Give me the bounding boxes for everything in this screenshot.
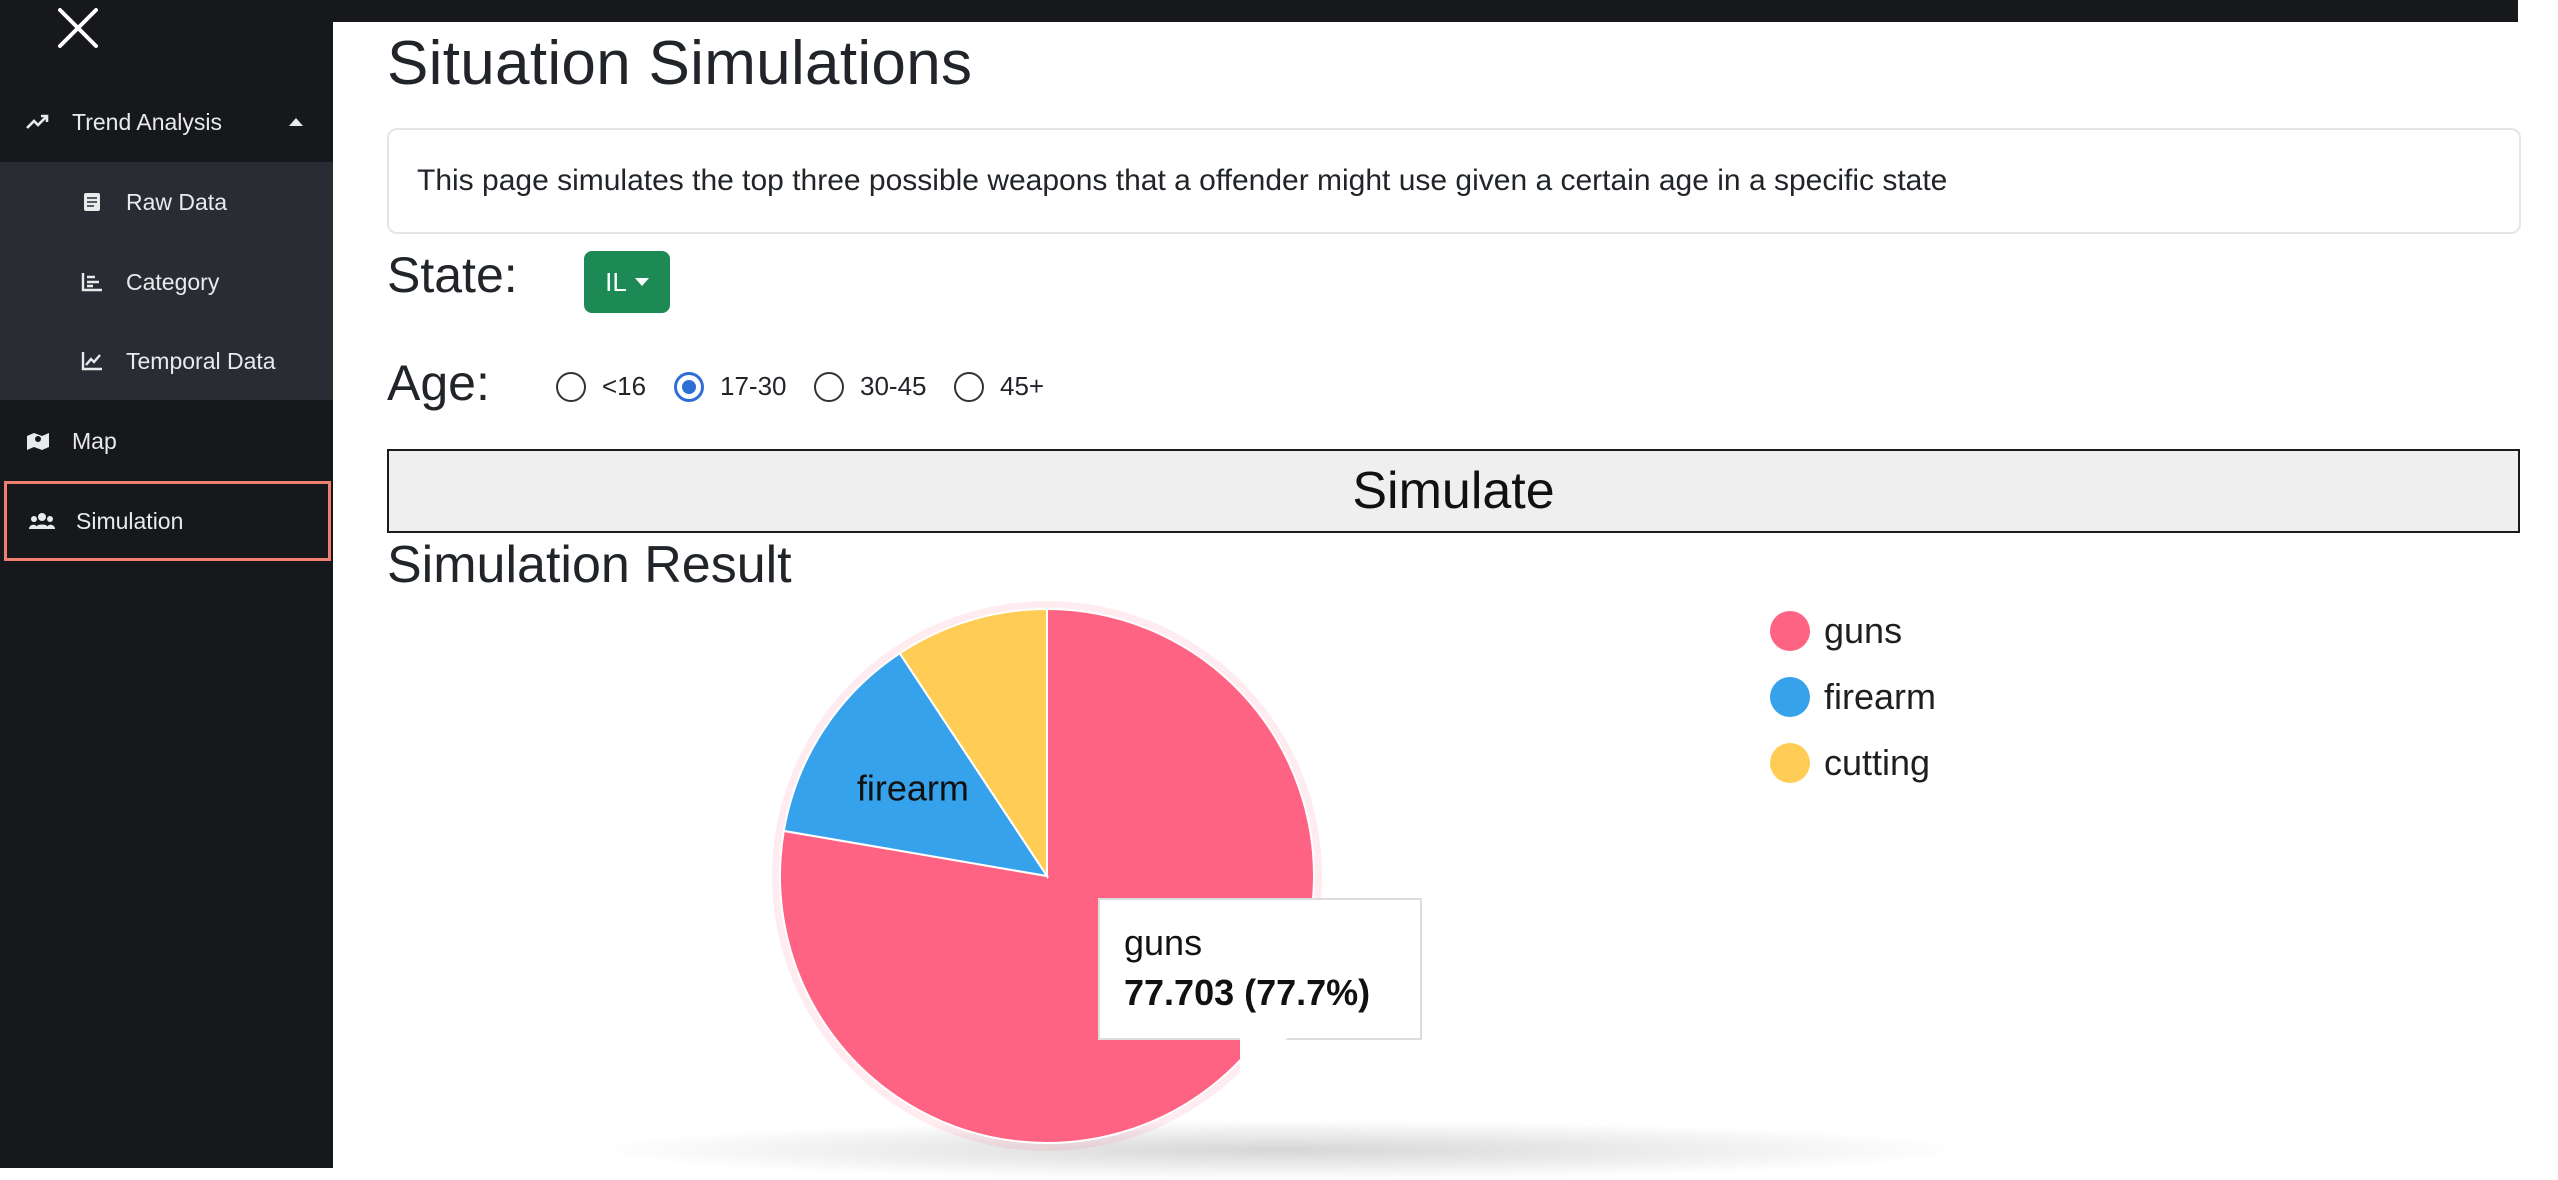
line-chart-icon	[78, 347, 106, 375]
legend-label: firearm	[1824, 676, 1937, 717]
users-icon	[28, 507, 56, 535]
chart-tooltip: guns 77.703 (77.7%)	[1098, 898, 1422, 1040]
radio-label: 30-45	[860, 371, 927, 401]
radio-circle-checked[interactable]	[674, 371, 704, 402]
trending-up-icon	[24, 108, 52, 136]
age-radio-30-45[interactable]: 30-45	[814, 371, 927, 402]
legend-item-firearm[interactable]: firearm	[1770, 676, 1936, 718]
sidebar-item-label: Trend Analysis	[72, 108, 222, 135]
page-title: Situation Simulations	[387, 29, 973, 98]
sidebar-item-temporal-data[interactable]: Temporal Data	[0, 321, 333, 401]
legend-swatch	[1770, 611, 1810, 651]
legend-swatch	[1770, 677, 1810, 717]
state-dropdown[interactable]: IL	[584, 251, 670, 313]
description-text: This page simulates the top three possib…	[417, 164, 1948, 197]
pie-slice-label: firearm	[857, 767, 969, 808]
legend-label: cutting	[1824, 742, 1931, 783]
sidebar-item-map[interactable]: Map	[0, 401, 333, 481]
caret-up-icon	[289, 118, 303, 126]
legend-item-guns[interactable]: guns	[1770, 610, 1902, 652]
radio-label: 17-30	[720, 371, 787, 401]
radio-circle[interactable]	[556, 371, 586, 402]
sidebar-item-label: Category	[126, 268, 220, 295]
close-icon[interactable]	[56, 6, 100, 50]
sidebar-item-category[interactable]: Category	[0, 242, 333, 322]
legend-label: guns	[1824, 610, 1903, 651]
age-radio-45-plus[interactable]: 45+	[954, 371, 1044, 402]
age-radio-under-16[interactable]: <16	[556, 371, 646, 402]
document-icon	[78, 188, 106, 216]
bar-chart-icon	[78, 268, 106, 296]
radio-circle[interactable]	[814, 371, 844, 402]
caret-down-icon	[634, 278, 649, 286]
simulate-button[interactable]: Simulate	[387, 449, 2520, 533]
tooltip-label: guns	[1124, 922, 1203, 963]
legend-swatch	[1770, 743, 1810, 783]
top-bar	[333, 0, 2518, 22]
age-label: Age:	[387, 355, 490, 411]
sidebar-item-label: Simulation	[76, 507, 184, 534]
map-icon	[24, 427, 52, 455]
tooltip-value: 77.703 (77.7%)	[1124, 972, 1371, 1013]
tooltip-pointer	[1240, 1038, 1288, 1074]
sidebar-item-raw-data[interactable]: Raw Data	[0, 162, 333, 242]
state-dropdown-value: IL	[605, 266, 627, 297]
legend-item-cutting[interactable]: cutting	[1770, 742, 1930, 784]
sidebar-item-simulation[interactable]: Simulation	[4, 481, 331, 561]
description-card: This page simulates the top three possib…	[387, 128, 2521, 234]
pie-chart[interactable]: firearm	[333, 580, 2558, 1168]
sidebar-item-trend-analysis[interactable]: Trend Analysis	[0, 82, 333, 162]
radio-label: <16	[602, 371, 647, 401]
sidebar-item-label: Temporal Data	[126, 347, 276, 374]
age-radio-17-30[interactable]: 17-30	[674, 371, 787, 402]
state-label: State:	[387, 247, 518, 303]
sidebar: Trend Analysis Raw Data Category Tempora…	[0, 0, 333, 1168]
sidebar-item-label: Raw Data	[126, 188, 227, 215]
radio-circle[interactable]	[954, 371, 984, 402]
radio-label: 45+	[1000, 371, 1045, 401]
sidebar-item-label: Map	[72, 427, 117, 454]
